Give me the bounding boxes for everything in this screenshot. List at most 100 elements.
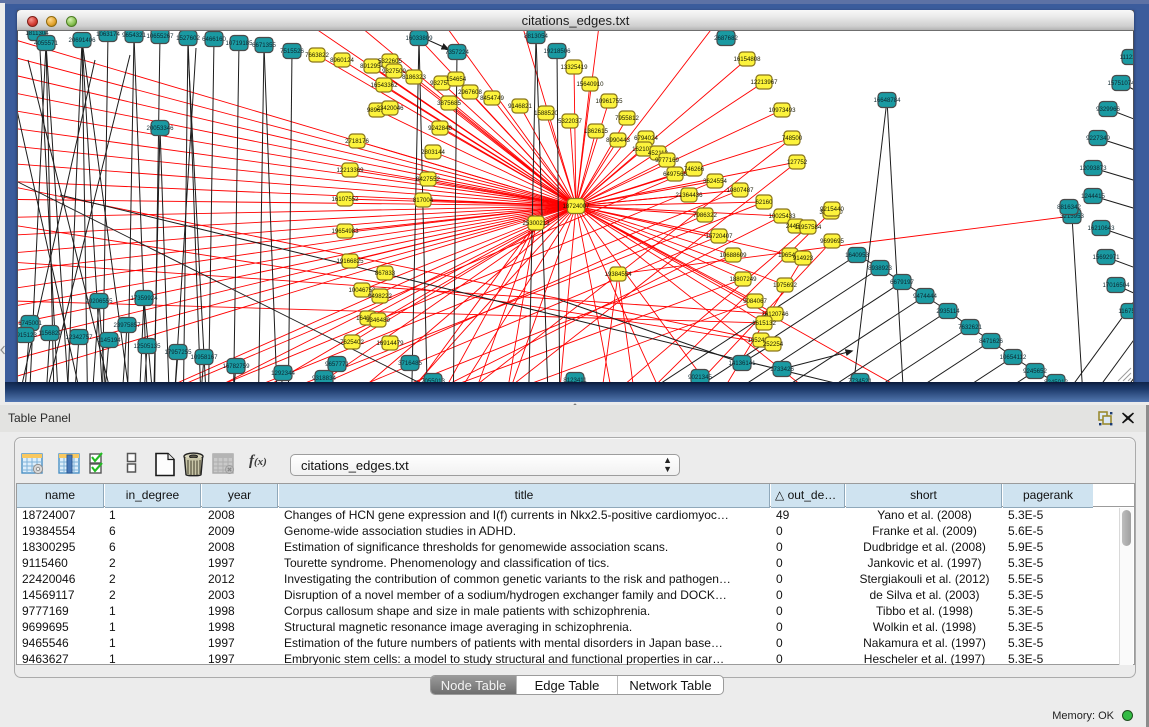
svg-text:6466160: 6466160 — [202, 36, 226, 43]
svg-text:1145194: 1145194 — [97, 337, 121, 344]
svg-text:9084067: 9084067 — [743, 298, 767, 305]
svg-text:252254: 252254 — [763, 341, 784, 348]
svg-text:21364436: 21364436 — [675, 192, 703, 199]
svg-text:8454749: 8454749 — [480, 95, 504, 102]
svg-text:127752: 127752 — [787, 159, 808, 166]
svg-text:9021345: 9021345 — [688, 374, 712, 381]
svg-text:10807487: 10807487 — [726, 187, 754, 194]
svg-text:2687682: 2687682 — [714, 35, 738, 42]
svg-text:15720407: 15720407 — [705, 233, 733, 240]
svg-text:12213369: 12213369 — [336, 167, 364, 174]
svg-text:7625402: 7625402 — [340, 339, 364, 346]
svg-text:16154808: 16154808 — [733, 56, 761, 63]
svg-text:1640953: 1640953 — [845, 252, 869, 259]
svg-text:9346489: 9346489 — [366, 317, 390, 324]
svg-text:9227349: 9227349 — [1086, 135, 1110, 142]
svg-text:19218506: 19218506 — [543, 48, 571, 55]
svg-text:3716485: 3716485 — [398, 360, 422, 367]
svg-text:12213967: 12213967 — [750, 79, 778, 86]
svg-text:1588520: 1588520 — [534, 110, 558, 117]
svg-text:1733426: 1733426 — [770, 366, 794, 373]
svg-text:10688609: 10688609 — [719, 252, 747, 259]
svg-text:3624554: 3624554 — [703, 178, 727, 185]
svg-text:7955812: 7955812 — [615, 115, 639, 122]
svg-text:8960124: 8960124 — [330, 57, 354, 64]
svg-text:23420046: 23420046 — [376, 105, 404, 112]
svg-text:3875685: 3875685 — [437, 100, 461, 107]
svg-text:8813054: 8813054 — [524, 33, 548, 40]
svg-text:16914479: 16914479 — [376, 340, 404, 347]
svg-text:6497568: 6497568 — [663, 171, 687, 178]
svg-text:1112233: 1112233 — [1120, 54, 1133, 61]
svg-text:18807249: 18807249 — [729, 276, 757, 283]
svg-text:1745001: 1745001 — [18, 320, 42, 327]
svg-text:7515526: 7515526 — [280, 48, 304, 55]
svg-text:6671355: 6671355 — [252, 42, 276, 49]
svg-text:1975692: 1975692 — [773, 282, 797, 289]
svg-text:19166825: 19166825 — [336, 258, 364, 265]
svg-text:15640910: 15640910 — [576, 81, 604, 88]
svg-text:2935114: 2935114 — [936, 308, 960, 315]
svg-text:7986322: 7986322 — [693, 212, 717, 219]
svg-text:8186323: 8186323 — [402, 74, 426, 81]
svg-text:17016504: 17016504 — [1102, 282, 1130, 289]
svg-text:817004: 817004 — [413, 197, 434, 204]
svg-text:7663822: 7663822 — [305, 52, 329, 59]
svg-text:18724007: 18724007 — [562, 203, 590, 210]
svg-text:9777169: 9777169 — [655, 157, 679, 164]
svg-text:9657771: 9657771 — [325, 361, 349, 368]
svg-text:8938923: 8938923 — [868, 265, 892, 272]
svg-text:1156829: 1156829 — [38, 330, 62, 337]
svg-text:867833: 867833 — [375, 270, 396, 277]
svg-text:1063174: 1063174 — [96, 31, 120, 38]
svg-text:9474444: 9474444 — [913, 293, 937, 300]
svg-text:9318834: 9318834 — [312, 375, 336, 382]
svg-text:9215440: 9215440 — [820, 206, 844, 213]
svg-text:20691406: 20691406 — [68, 37, 96, 44]
svg-text:12342757: 12342757 — [65, 334, 93, 341]
svg-text:16782759: 16782759 — [222, 363, 250, 370]
svg-text:9699695: 9699695 — [820, 238, 844, 245]
svg-text:9242848: 9242848 — [428, 125, 452, 132]
svg-text:15751074: 15751074 — [1107, 80, 1133, 87]
svg-text:8816342: 8816342 — [1057, 204, 1081, 211]
svg-text:914923: 914923 — [793, 255, 814, 262]
svg-text:2055013: 2055013 — [421, 378, 445, 382]
svg-text:13325419: 13325419 — [560, 64, 588, 71]
svg-text:4055571: 4055571 — [34, 40, 58, 47]
svg-text:10655267: 10655267 — [146, 33, 174, 40]
svg-text:12093873: 12093873 — [1079, 165, 1107, 172]
svg-text:16033809: 16033809 — [405, 35, 433, 42]
svg-text:14136141: 14136141 — [728, 360, 756, 367]
svg-text:11957584: 11957584 — [795, 224, 822, 231]
svg-text:8471626: 8471626 — [979, 338, 1003, 345]
svg-text:8427552: 8427552 — [416, 176, 440, 183]
svg-text:16648784: 16648784 — [873, 97, 901, 104]
svg-text:25300213: 25300213 — [522, 220, 550, 227]
svg-text:10958167: 10958167 — [190, 354, 218, 361]
svg-text:7632621: 7632621 — [958, 324, 982, 331]
svg-text:20206555: 20206555 — [85, 298, 113, 305]
svg-text:8990443: 8990443 — [606, 137, 630, 144]
svg-text:12505135: 12505135 — [133, 343, 161, 350]
svg-text:1615132: 1615132 — [752, 320, 776, 327]
svg-text:7734521: 7734521 — [848, 378, 872, 382]
svg-text:16210643: 16210643 — [1087, 225, 1115, 232]
svg-text:62160: 62160 — [756, 199, 774, 206]
svg-text:9498222: 9498222 — [368, 293, 392, 300]
svg-text:3915123: 3915123 — [18, 332, 37, 339]
svg-text:1362615: 1362615 — [584, 128, 608, 135]
svg-text:1167533: 1167533 — [1118, 308, 1133, 315]
svg-text:1527602: 1527602 — [176, 35, 200, 42]
svg-text:2718176: 2718176 — [345, 138, 369, 145]
svg-text:154654: 154654 — [446, 76, 467, 83]
svg-text:20053346: 20053346 — [146, 125, 174, 132]
svg-text:15692971: 15692971 — [1092, 254, 1120, 261]
svg-text:8123411: 8123411 — [563, 377, 587, 382]
svg-text:2803144: 2803144 — [421, 149, 445, 156]
svg-text:7357224: 7357224 — [445, 49, 469, 56]
svg-text:746266: 746266 — [684, 166, 705, 173]
svg-text:5322037: 5322037 — [558, 118, 582, 125]
svg-text:9245652: 9245652 — [1023, 368, 1047, 375]
svg-text:748500: 748500 — [782, 135, 803, 142]
